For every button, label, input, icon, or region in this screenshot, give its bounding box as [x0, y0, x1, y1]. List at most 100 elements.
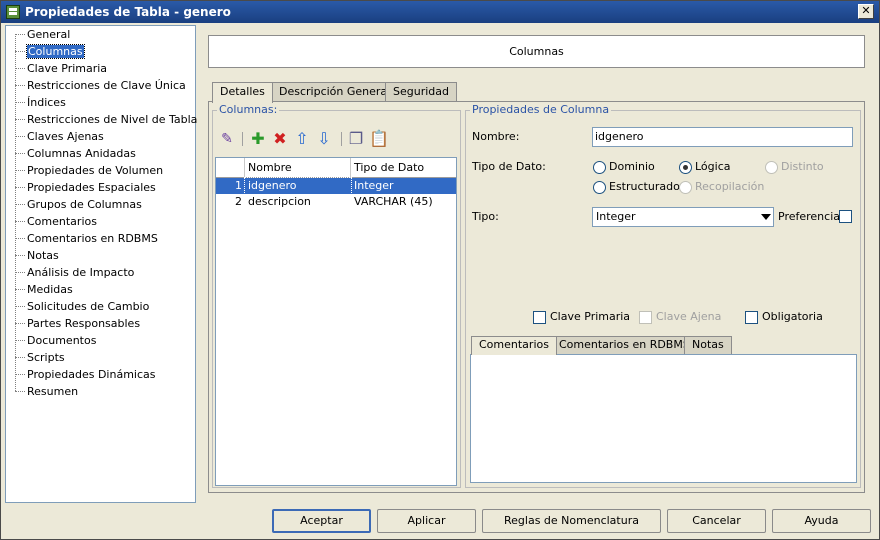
- sidebar-item-label: Propiedades de Volumen: [27, 164, 164, 177]
- sidebar-item-columnas[interactable]: Columnas: [6, 43, 195, 60]
- title-bar[interactable]: Propiedades de Tabla - genero ✕: [1, 1, 879, 23]
- edit-icon[interactable]: ✎: [218, 130, 236, 148]
- subtab-comentarios[interactable]: Comentarios: [471, 336, 557, 355]
- preferencia-checkbox[interactable]: [839, 210, 852, 223]
- cancelar-button[interactable]: Cancelar: [667, 509, 766, 533]
- radio-recopilacion[interactable]: [679, 181, 692, 194]
- column-header-tipo-dato[interactable]: Tipo de Dato: [351, 158, 456, 178]
- sidebar-item-label: Propiedades Espaciales: [27, 181, 156, 194]
- aplicar-button[interactable]: Aplicar: [377, 509, 476, 533]
- radio-logica-label: Lógica: [695, 160, 731, 173]
- sidebar-item-label: Documentos: [27, 334, 97, 347]
- sidebar-item-resumen[interactable]: Resumen: [6, 383, 195, 400]
- sidebar-item-label: Columnas: [26, 44, 85, 59]
- radio-estructurado[interactable]: [593, 181, 606, 194]
- obligatoria-checkbox[interactable]: [745, 311, 758, 324]
- radio-distinto[interactable]: [765, 161, 778, 174]
- sidebar-item-label: Restricciones de Nivel de Tabla: [27, 113, 198, 126]
- tipo-select[interactable]: Integer: [592, 207, 774, 227]
- columns-table[interactable]: Nombre Tipo de Dato 1 idgenero Integer 2…: [215, 157, 457, 486]
- sidebar-item-label: Solicitudes de Cambio: [27, 300, 150, 313]
- tab-seguridad[interactable]: Seguridad: [385, 82, 457, 102]
- page-title: Columnas: [509, 45, 564, 58]
- ayuda-button[interactable]: Ayuda: [772, 509, 871, 533]
- sidebar-item-label: Índices: [27, 96, 66, 109]
- tab-detalles[interactable]: Detalles: [212, 82, 273, 103]
- sidebar-item-restricciones-nivel-tabla[interactable]: Restricciones de Nivel de Tabla: [6, 111, 198, 128]
- sidebar-item-propiedades-espaciales[interactable]: Propiedades Espaciales: [6, 179, 195, 196]
- row-number-header: [216, 158, 245, 178]
- window-title: Propiedades de Tabla - genero: [25, 5, 231, 19]
- sidebar-item-clave-primaria[interactable]: Clave Primaria: [6, 60, 195, 77]
- sidebar-tree[interactable]: General Columnas Clave Primaria Restricc…: [5, 25, 198, 503]
- sidebar-item-medidas[interactable]: Medidas: [6, 281, 195, 298]
- sidebar-item-notas[interactable]: Notas: [6, 247, 195, 264]
- table-row[interactable]: 2 descripcion VARCHAR (45): [216, 194, 456, 210]
- sidebar-item-general[interactable]: General: [6, 26, 195, 43]
- toolbar-separator: [242, 132, 243, 146]
- sidebar-item-label: Clave Primaria: [27, 62, 108, 75]
- sidebar-item-label: Notas: [27, 249, 59, 262]
- radio-distinto-label: Distinto: [781, 160, 824, 173]
- sidebar-item-partes-responsables[interactable]: Partes Responsables: [6, 315, 195, 332]
- cell-tipo-dato[interactable]: VARCHAR (45): [351, 194, 456, 210]
- sidebar-item-label: Comentarios: [27, 215, 97, 228]
- subtab-notas[interactable]: Notas: [684, 336, 732, 354]
- subtab-comentarios-rdbms[interactable]: Comentarios en RDBMS: [551, 336, 698, 354]
- sidebar-item-columnas-anidadas[interactable]: Columnas Anidadas: [6, 145, 195, 162]
- sidebar-item-grupos-columnas[interactable]: Grupos de Columnas: [6, 196, 195, 213]
- paste-icon[interactable]: 📋: [369, 130, 389, 148]
- sidebar-item-comentarios[interactable]: Comentarios: [6, 213, 195, 230]
- sidebar-item-label: General: [27, 28, 71, 41]
- tipo-select-value: Integer: [596, 210, 636, 223]
- cell-tipo-dato[interactable]: Integer: [351, 178, 456, 194]
- clave-ajena-checkbox[interactable]: [639, 311, 652, 324]
- tipo-dato-label: Tipo de Dato:: [472, 160, 546, 173]
- radio-estructurado-label: Estructurado: [609, 180, 680, 193]
- clave-primaria-label: Clave Primaria: [550, 310, 631, 323]
- column-header-nombre[interactable]: Nombre: [245, 158, 351, 178]
- sidebar-item-label: Análisis de Impacto: [27, 266, 135, 279]
- delete-icon[interactable]: ✖: [271, 130, 289, 148]
- clave-primaria-checkbox[interactable]: [533, 311, 546, 324]
- sidebar-item-label: Partes Responsables: [27, 317, 141, 330]
- chevron-down-icon: [761, 214, 771, 220]
- app-icon: [6, 5, 20, 19]
- table-header: Nombre Tipo de Dato: [216, 158, 456, 178]
- toolbar-separator: [341, 132, 342, 146]
- sidebar-item-scripts[interactable]: Scripts: [6, 349, 195, 366]
- sidebar-item-restricciones-clave-unica[interactable]: Restricciones de Clave Única: [6, 77, 195, 94]
- sidebar-item-label: Resumen: [27, 385, 79, 398]
- page-header: Columnas: [208, 35, 865, 68]
- sidebar-item-label: Comentarios en RDBMS: [27, 232, 158, 245]
- radio-logica[interactable]: [679, 161, 692, 174]
- add-icon[interactable]: ✚: [249, 130, 267, 148]
- sidebar-item-analisis-impacto[interactable]: Análisis de Impacto: [6, 264, 195, 281]
- properties-group-title: Propiedades de Columna: [470, 103, 612, 116]
- aceptar-button[interactable]: Aceptar: [272, 509, 371, 533]
- radio-dominio[interactable]: [593, 161, 606, 174]
- row-number: 2: [235, 195, 242, 208]
- copy-icon[interactable]: ❐: [347, 130, 365, 148]
- row-number: 1: [235, 179, 242, 192]
- sidebar-item-label: Propiedades Dinámicas: [27, 368, 156, 381]
- sidebar-item-label: Scripts: [27, 351, 65, 364]
- cell-nombre[interactable]: idgenero: [244, 177, 352, 195]
- tipo-label: Tipo:: [472, 210, 499, 223]
- sidebar-item-documentos[interactable]: Documentos: [6, 332, 195, 349]
- move-down-icon[interactable]: ⇩: [315, 130, 333, 148]
- close-button[interactable]: ✕: [858, 4, 874, 19]
- sidebar-item-propiedades-dinamicas[interactable]: Propiedades Dinámicas: [6, 366, 195, 383]
- table-row[interactable]: 1 idgenero Integer: [216, 177, 456, 195]
- sidebar-item-comentarios-rdbms[interactable]: Comentarios en RDBMS: [6, 230, 195, 247]
- sidebar-item-indices[interactable]: Índices: [6, 94, 195, 111]
- cell-nombre[interactable]: descripcion: [245, 194, 351, 210]
- sidebar-item-claves-ajenas[interactable]: Claves Ajenas: [6, 128, 195, 145]
- move-up-icon[interactable]: ⇧: [293, 130, 311, 148]
- sidebar-item-propiedades-volumen[interactable]: Propiedades de Volumen: [6, 162, 195, 179]
- comments-textarea[interactable]: [470, 354, 857, 483]
- reglas-nomenclatura-button[interactable]: Reglas de Nomenclatura: [482, 509, 661, 533]
- sidebar-item-solicitudes-cambio[interactable]: Solicitudes de Cambio: [6, 298, 195, 315]
- nombre-field[interactable]: idgenero: [592, 127, 853, 147]
- tab-descripcion-general[interactable]: Descripción General: [271, 82, 399, 102]
